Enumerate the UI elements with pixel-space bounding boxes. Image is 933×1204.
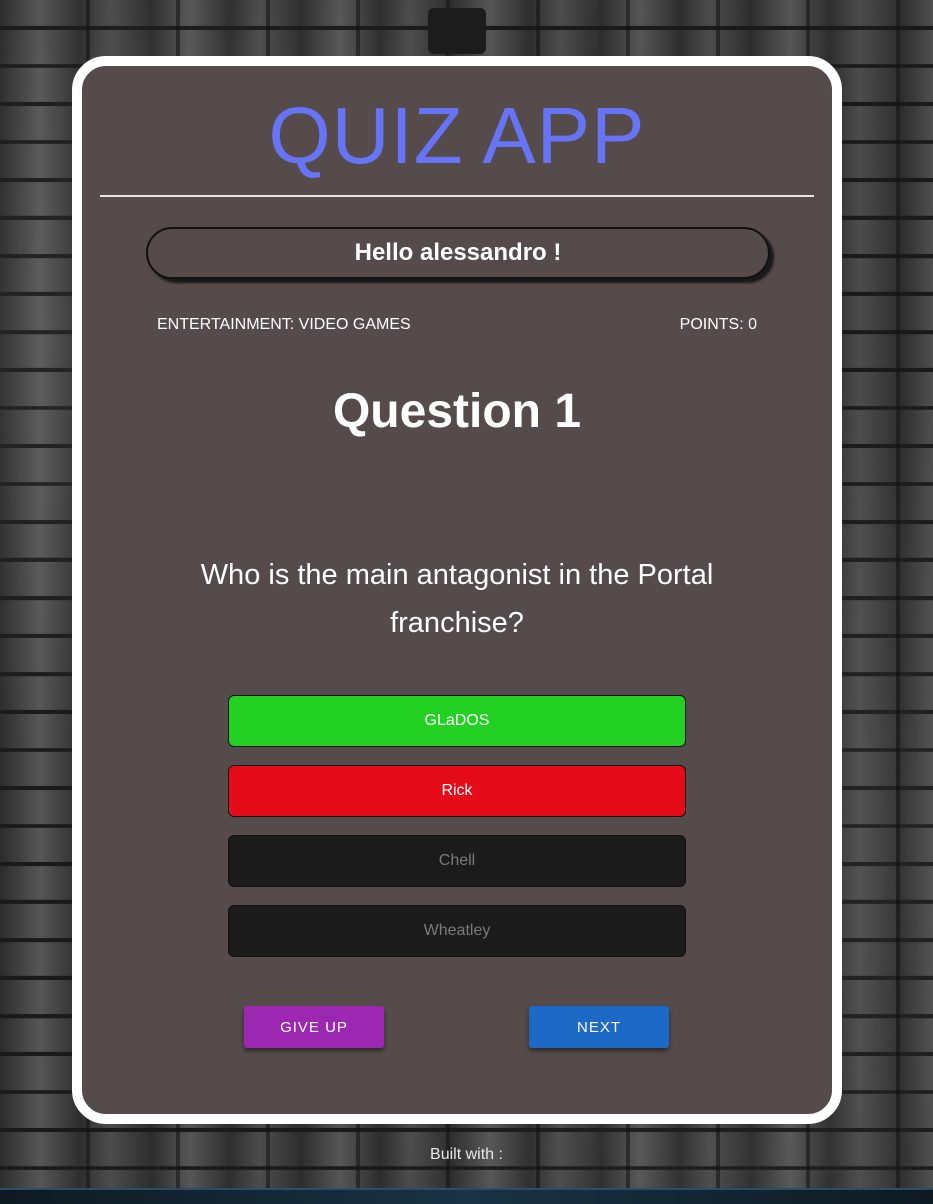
- header-divider: [100, 195, 814, 197]
- app-title: QUIZ APP: [268, 91, 646, 180]
- moon-icon: [452, 23, 460, 39]
- quiz-card: QUIZ APP Hello alessandro ! ENTERTAINMEN…: [72, 56, 842, 1124]
- answer-list: GLaDOS Rick Chell Wheatley: [228, 695, 686, 975]
- points-label: POINTS: 0: [679, 316, 757, 333]
- next-button[interactable]: NEXT: [529, 1006, 669, 1048]
- category-label: ENTERTAINMENT: VIDEO GAMES: [157, 316, 411, 333]
- question-text: Who is the main antagonist in the Portal…: [200, 559, 714, 639]
- answer-option-glados[interactable]: GLaDOS: [228, 695, 686, 747]
- question-heading: Question 1: [332, 385, 582, 438]
- footer-built-with: Built with :: [430, 1146, 503, 1163]
- theme-toggle-button[interactable]: [428, 8, 486, 54]
- footer-tech-logos-strip: [0, 1188, 933, 1204]
- answer-option-wheatley[interactable]: Wheatley: [228, 905, 686, 957]
- give-up-button[interactable]: GIVE UP: [244, 1006, 384, 1048]
- greeting-banner: Hello alessandro !: [146, 227, 770, 279]
- answer-option-rick[interactable]: Rick: [228, 765, 686, 817]
- answer-option-chell[interactable]: Chell: [228, 835, 686, 887]
